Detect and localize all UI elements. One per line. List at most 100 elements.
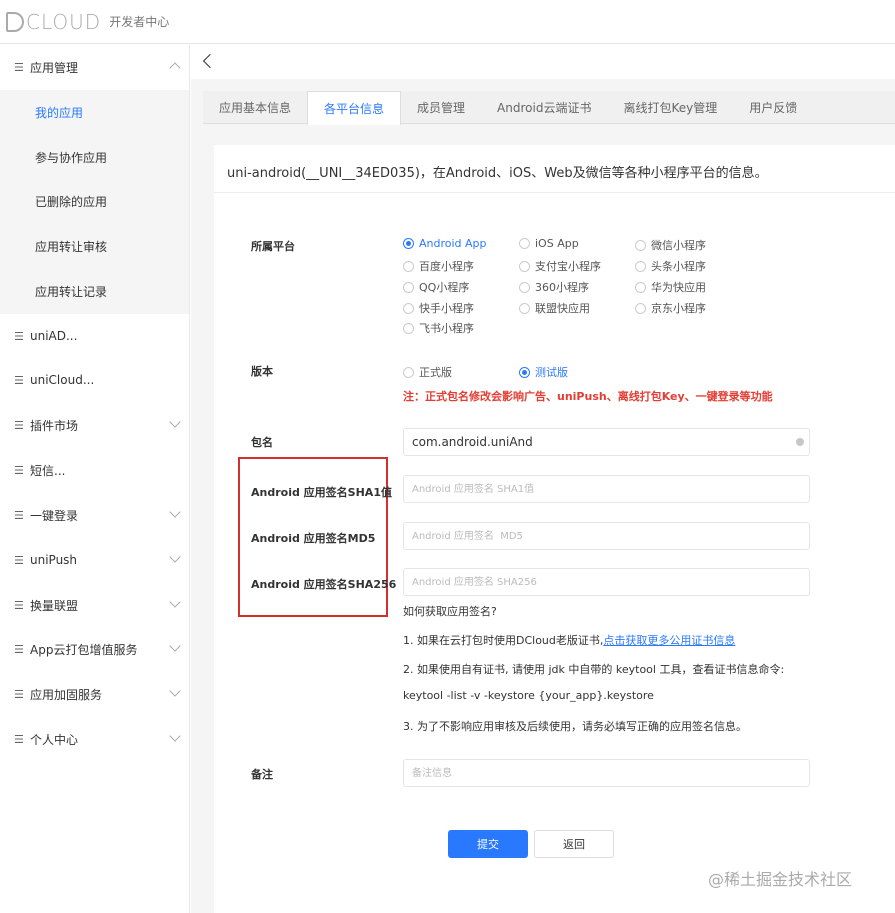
sidebar-item-one-click-login[interactable]: ☰ 一键登录 bbox=[0, 500, 189, 530]
tab-members[interactable]: 成员管理 bbox=[401, 91, 481, 124]
page-title: uni-android(__UNI__34ED035)，在Android、iOS… bbox=[227, 166, 768, 181]
sidebar-item-app-management[interactable]: ☰ 应用管理 bbox=[0, 52, 189, 82]
chevron-down-icon bbox=[169, 730, 181, 742]
sidebar: ☰ 应用管理 我的应用 参与协作应用 已删除的应用 应用转让审核 应用转让记录 … bbox=[0, 45, 190, 913]
main-content: 应用基本信息 各平台信息 成员管理 Android云端证书 离线打包Key管理 … bbox=[191, 45, 895, 913]
help-step-2: 2. 如果使用自有证书, 请使用 jdk 中自带的 keytool 工具，查看证… bbox=[403, 663, 785, 676]
submit-button[interactable]: 提交 bbox=[448, 830, 528, 858]
radio-alliance-quickapp[interactable]: 联盟快应用 bbox=[519, 300, 590, 316]
sidebar-subitem-transfer-review[interactable]: 应用转让审核 bbox=[0, 231, 189, 261]
list-icon: ☰ bbox=[14, 732, 24, 746]
radio-baidu-mp[interactable]: 百度小程序 bbox=[403, 258, 474, 274]
list-icon: ☰ bbox=[14, 329, 24, 343]
package-name-input[interactable] bbox=[403, 428, 810, 456]
radio-huawei-quickapp[interactable]: 华为快应用 bbox=[635, 279, 706, 295]
sidebar-subitem-my-apps[interactable]: 我的应用 bbox=[0, 97, 189, 127]
sha256-input[interactable] bbox=[403, 568, 810, 596]
radio-dot bbox=[403, 238, 414, 249]
list-icon: ☰ bbox=[14, 642, 24, 656]
logo-subtitle: 开发者中心 bbox=[109, 15, 170, 29]
radio-android-app[interactable]: Android App bbox=[403, 237, 487, 250]
remark-input[interactable] bbox=[403, 759, 810, 787]
divider bbox=[214, 192, 895, 193]
radio-dot bbox=[403, 260, 414, 272]
tab-basic-info[interactable]: 应用基本信息 bbox=[203, 91, 307, 124]
radio-toutiao-mp[interactable]: 头条小程序 bbox=[635, 258, 706, 274]
help-step-1: 1. 如果在云打包时使用DCloud老版证书,点击获取更多公用证书信息 bbox=[403, 634, 736, 647]
sidebar-item-traffic-alliance[interactable]: ☰ 换量联盟 bbox=[0, 590, 189, 620]
list-icon: ☰ bbox=[14, 687, 24, 701]
sidebar-item-cloud-build-services[interactable]: ☰ App云打包增值服务 bbox=[0, 634, 189, 664]
list-icon: ☰ bbox=[14, 60, 24, 74]
top-header: CLOUD 开发者中心 bbox=[0, 0, 895, 44]
md5-label: Android 应用签名MD5 bbox=[251, 532, 376, 545]
radio-feishu-mp[interactable]: 飞书小程序 bbox=[403, 320, 474, 336]
chevron-up-icon bbox=[169, 62, 181, 74]
platform-label: 所属平台 bbox=[251, 240, 295, 253]
radio-dot bbox=[403, 302, 414, 314]
remark-label: 备注 bbox=[251, 768, 273, 781]
sidebar-item-personal-center[interactable]: ☰ 个人中心 bbox=[0, 724, 189, 754]
help-step-3: 3. 为了不影响应用审核及后续使用，请务必填写正确的应用签名信息。 bbox=[403, 720, 747, 733]
tab-user-feedback[interactable]: 用户反馈 bbox=[733, 91, 813, 124]
sidebar-item-unicloud[interactable]: ☰ uniCloud... bbox=[0, 365, 189, 395]
platform-info-card: uni-android(__UNI__34ED035)，在Android、iOS… bbox=[214, 145, 895, 913]
list-icon: ☰ bbox=[14, 508, 24, 522]
radio-jd-mp[interactable]: 京东小程序 bbox=[635, 300, 706, 316]
sha256-label: Android 应用签名SHA256 bbox=[251, 578, 397, 591]
tab-bar: 应用基本信息 各平台信息 成员管理 Android云端证书 离线打包Key管理 … bbox=[203, 91, 895, 125]
radio-ios-app[interactable]: iOS App bbox=[519, 237, 579, 250]
radio-360-mp[interactable]: 360小程序 bbox=[519, 279, 589, 295]
radio-qq-mp[interactable]: QQ小程序 bbox=[403, 279, 469, 295]
radio-dot bbox=[403, 281, 414, 293]
package-label: 包名 bbox=[251, 436, 273, 449]
sha1-input[interactable] bbox=[403, 475, 810, 503]
chevron-down-icon bbox=[169, 596, 181, 608]
radio-dot bbox=[403, 366, 414, 378]
list-icon: ☰ bbox=[14, 463, 24, 477]
radio-kuaishou-mp[interactable]: 快手小程序 bbox=[403, 300, 474, 316]
back-bar bbox=[191, 45, 895, 79]
radio-alipay-mp[interactable]: 支付宝小程序 bbox=[519, 258, 601, 274]
sidebar-item-uniad[interactable]: ☰ uniAD... bbox=[0, 321, 189, 351]
sidebar-submenu: 我的应用 参与协作应用 已删除的应用 应用转让审核 应用转让记录 bbox=[0, 90, 189, 314]
dcloud-logo[interactable]: CLOUD 开发者中心 bbox=[6, 10, 169, 34]
chevron-down-icon bbox=[169, 506, 181, 518]
chevron-down-icon bbox=[169, 416, 181, 428]
sha1-label: Android 应用签名SHA1值 bbox=[251, 486, 392, 499]
radio-dot bbox=[519, 260, 530, 272]
back-button[interactable]: 返回 bbox=[534, 830, 614, 858]
logo-wordmark: CLOUD bbox=[6, 10, 101, 34]
sidebar-subitem-transfer-records[interactable]: 应用转让记录 bbox=[0, 276, 189, 306]
list-icon: ☰ bbox=[14, 373, 24, 387]
public-cert-info-link[interactable]: 点击获取更多公用证书信息 bbox=[603, 634, 735, 647]
radio-dot bbox=[635, 239, 646, 251]
radio-dot bbox=[635, 260, 646, 272]
sidebar-subitem-collab-apps[interactable]: 参与协作应用 bbox=[0, 142, 189, 172]
clear-icon[interactable] bbox=[796, 438, 804, 446]
tab-offline-key[interactable]: 离线打包Key管理 bbox=[607, 91, 733, 124]
watermark: @稀土掘金技术社区 bbox=[708, 870, 853, 889]
help-command: keytool -list -v -keystore {your_app}.ke… bbox=[403, 689, 654, 702]
chevron-down-icon bbox=[169, 551, 181, 563]
help-title: 如何获取应用签名? bbox=[403, 605, 497, 618]
tab-android-cloud-cert[interactable]: Android云端证书 bbox=[481, 91, 607, 124]
radio-test-version[interactable]: 测试版 bbox=[519, 364, 568, 380]
md5-input[interactable] bbox=[403, 522, 810, 550]
back-arrow-icon[interactable] bbox=[202, 53, 218, 69]
radio-dot bbox=[519, 281, 530, 293]
radio-dot bbox=[635, 302, 646, 314]
sidebar-item-app-hardening[interactable]: ☰ 应用加固服务 bbox=[0, 679, 189, 709]
sidebar-subitem-deleted-apps[interactable]: 已删除的应用 bbox=[0, 186, 189, 216]
tab-platform-info[interactable]: 各平台信息 bbox=[307, 91, 402, 125]
chevron-down-icon bbox=[169, 640, 181, 652]
sidebar-item-plugin-market[interactable]: ☰ 插件市场 bbox=[0, 410, 189, 440]
sidebar-item-unipush[interactable]: ☰ uniPush bbox=[0, 545, 189, 575]
radio-dot bbox=[519, 302, 530, 314]
radio-dot bbox=[519, 366, 530, 378]
sidebar-item-sms[interactable]: ☰ 短信... bbox=[0, 455, 189, 485]
radio-dot bbox=[635, 281, 646, 293]
list-icon: ☰ bbox=[14, 553, 24, 567]
radio-release-version[interactable]: 正式版 bbox=[403, 364, 452, 380]
radio-wechat-mp[interactable]: 微信小程序 bbox=[635, 237, 706, 253]
